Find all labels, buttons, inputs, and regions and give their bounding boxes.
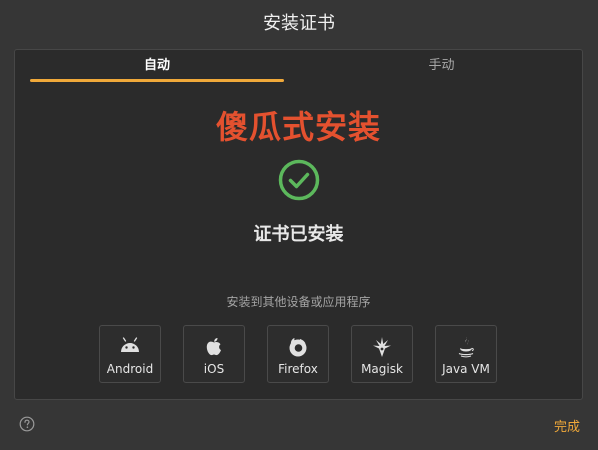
install-certificate-dialog: 安装证书 自动 手动 傻瓜式安装 证书已安装 安装到其他设备或应用程序 Andr… — [0, 0, 598, 450]
dialog-title: 安装证书 — [263, 13, 335, 34]
check-circle-icon — [278, 159, 320, 201]
done-button[interactable]: 完成 — [554, 416, 580, 435]
active-tab-indicator — [30, 79, 284, 82]
platform-ios-label: iOS — [203, 362, 225, 376]
platform-magisk-button[interactable]: Magisk — [351, 325, 413, 383]
apple-icon — [184, 335, 244, 359]
firefox-icon — [268, 335, 328, 359]
platform-ios-button[interactable]: iOS — [183, 325, 245, 383]
tab-manual[interactable]: 手动 — [299, 50, 584, 82]
java-icon — [436, 335, 496, 359]
other-devices-label: 安装到其他设备或应用程序 — [226, 295, 371, 309]
platform-magisk-label: Magisk — [361, 362, 403, 376]
platform-javavm-button[interactable]: Java VM — [435, 325, 497, 383]
headline: 傻瓜式安装 — [215, 108, 381, 146]
platform-firefox-label: Firefox — [278, 362, 318, 376]
platform-android-button[interactable]: Android — [99, 325, 161, 383]
android-icon — [100, 335, 160, 359]
tab-auto[interactable]: 自动 — [30, 50, 284, 82]
help-icon[interactable] — [19, 416, 35, 432]
status-text: 证书已安装 — [253, 224, 344, 245]
magisk-icon — [352, 335, 412, 359]
platform-android-label: Android — [106, 362, 154, 376]
platform-firefox-button[interactable]: Firefox — [267, 325, 329, 383]
content-panel: 自动 手动 傻瓜式安装 证书已安装 安装到其他设备或应用程序 Android i… — [14, 49, 583, 400]
tab-bar: 自动 手动 — [15, 50, 582, 84]
platform-javavm-label: Java VM — [442, 362, 490, 376]
